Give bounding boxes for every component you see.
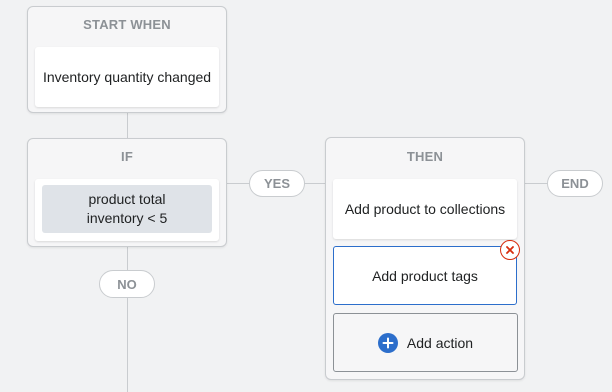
start-when-card: START WHEN Inventory quantity changed — [27, 6, 227, 113]
end-label: END — [547, 170, 603, 197]
connector-yes-to-then — [303, 183, 326, 184]
add-action-label: Add action — [406, 334, 474, 351]
connector-no-down — [127, 297, 128, 392]
no-branch-label: NO — [99, 270, 155, 298]
connector-then-to-end — [524, 183, 548, 184]
yes-branch-label: YES — [249, 170, 305, 197]
if-card: IF product total inventory < 5 — [27, 138, 227, 247]
then-card: THEN Add product to collections Add prod… — [325, 137, 525, 380]
condition-container[interactable]: product total inventory < 5 — [35, 179, 219, 241]
action-add-product-tags[interactable]: Add product tags — [333, 246, 517, 305]
connector-if-to-no — [127, 246, 128, 270]
condition-expression[interactable]: product total inventory < 5 — [42, 185, 212, 233]
action-add-product-to-collections[interactable]: Add product to collections — [333, 179, 517, 239]
condition-line-1: product total — [88, 191, 166, 207]
add-action-button[interactable]: Add action — [333, 313, 518, 372]
plus-circle-icon — [377, 332, 398, 353]
then-title: THEN — [406, 149, 444, 164]
close-circle-icon[interactable] — [500, 240, 520, 260]
connector-if-to-yes — [226, 183, 250, 184]
condition-line-2: inventory < 5 — [86, 210, 168, 226]
if-title: IF — [121, 149, 133, 164]
trigger-inventory-quantity-changed[interactable]: Inventory quantity changed — [35, 47, 219, 107]
start-when-title: START WHEN — [83, 17, 171, 32]
connector-start-to-if — [127, 112, 128, 139]
